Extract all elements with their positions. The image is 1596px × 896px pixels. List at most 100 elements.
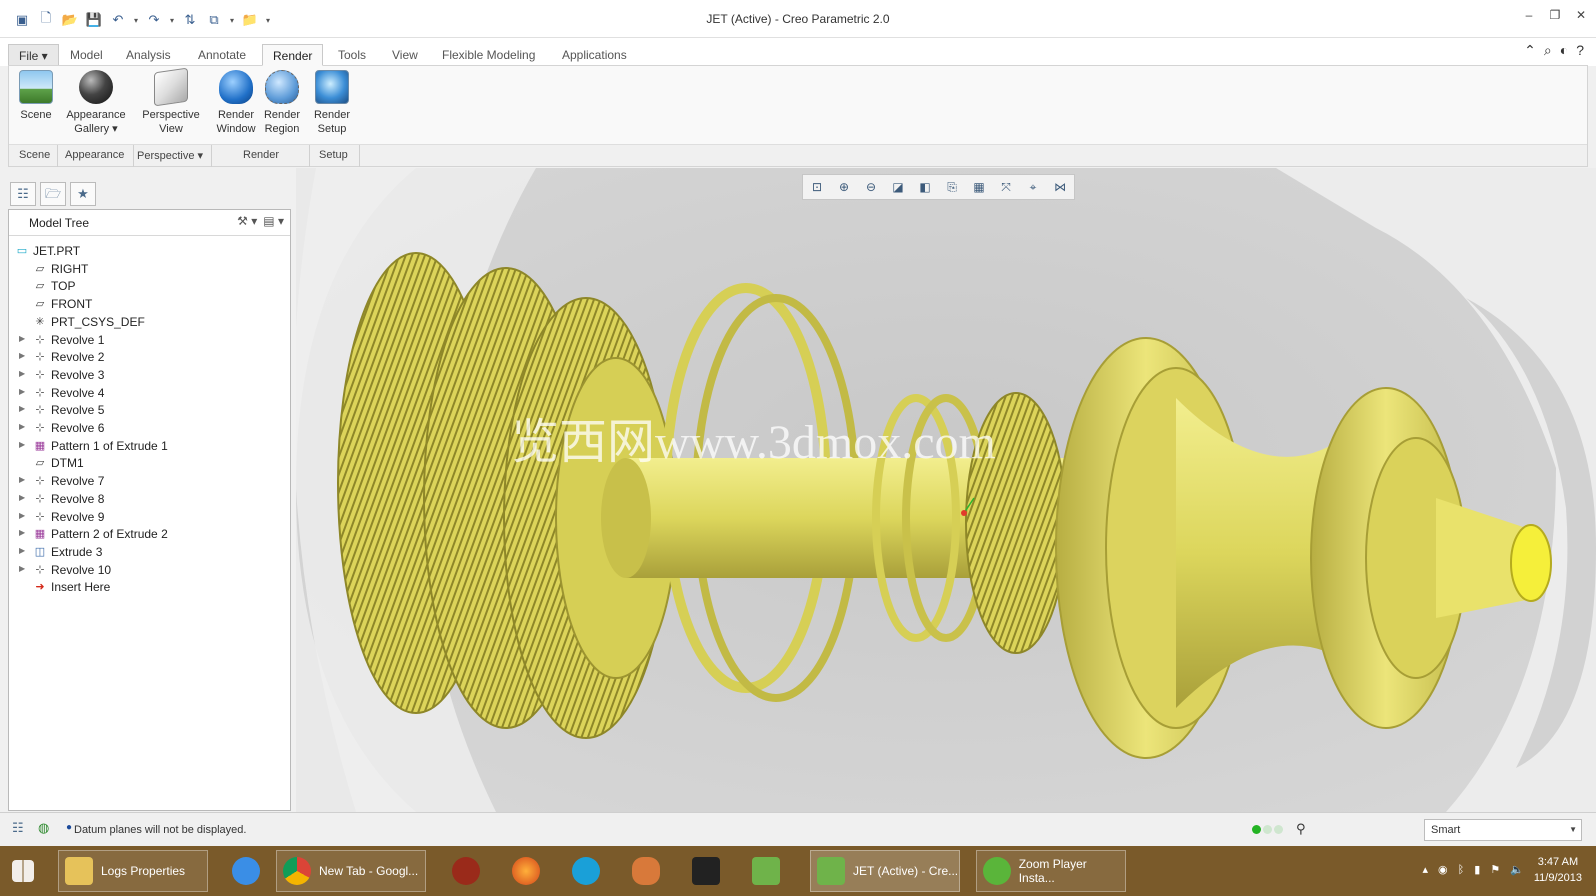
display-style-icon[interactable]: ◧	[912, 176, 938, 198]
tab-tools[interactable]: Tools	[328, 44, 376, 66]
tree-item[interactable]: ▱ TOP	[9, 277, 289, 295]
group-setup[interactable]: Setup	[319, 149, 348, 161]
action-center-icon[interactable]: ⚑	[1490, 862, 1500, 878]
scene-button[interactable]: Scene	[13, 70, 59, 122]
tree-item[interactable]: ▶ ⊹ Revolve 8	[9, 490, 289, 508]
tree-item[interactable]: ▶ ⊹ Revolve 10	[9, 561, 289, 579]
search-icon[interactable]: ⌕	[1544, 42, 1552, 59]
tree-item[interactable]: ▶ ⊹ Revolve 6	[9, 419, 289, 437]
expand-arrow-icon[interactable]: ▶	[19, 387, 25, 396]
tree-item[interactable]: ▶ ⊹ Revolve 3	[9, 366, 289, 384]
model-tree-tab-icon[interactable]: ☷	[10, 182, 36, 206]
bluetooth-icon[interactable]: ᛒ	[1458, 862, 1465, 878]
network-icon[interactable]: ◉	[1438, 862, 1448, 878]
taskbar-item-creo-active[interactable]: JET (Active) - Cre...	[810, 850, 960, 892]
tree-item[interactable]: ➜ Insert Here	[9, 578, 289, 596]
tree-item[interactable]: ▶ ⊹ Revolve 4	[9, 384, 289, 402]
browser-toggle-icon[interactable]: ◍	[38, 820, 49, 836]
render-window-button[interactable]: Render Window	[213, 70, 259, 136]
taskbar-app-4[interactable]	[686, 850, 728, 892]
taskbar-firefox[interactable]	[506, 850, 548, 892]
expand-arrow-icon[interactable]: ▶	[19, 404, 25, 413]
spin-center-icon[interactable]: ⌖	[1020, 176, 1046, 198]
taskbar-app-2[interactable]	[566, 850, 608, 892]
tree-item[interactable]: ▶ ⊹ Revolve 1	[9, 331, 289, 349]
tree-item[interactable]: ▱ FRONT	[9, 295, 289, 313]
navigator-toggle-icon[interactable]: ☷	[12, 820, 24, 836]
tree-item-label: DTM1	[51, 456, 84, 471]
volume-icon[interactable]: 🔈	[1510, 862, 1524, 878]
tray-expand-icon[interactable]: ▴	[1422, 862, 1428, 878]
expand-arrow-icon[interactable]: ▶	[19, 475, 25, 484]
taskbar-app-3[interactable]	[626, 850, 668, 892]
selection-filter[interactable]: Smart ▼	[1424, 819, 1582, 841]
taskbar-ie[interactable]	[226, 850, 268, 892]
saved-orientations-icon[interactable]: ⎘	[939, 176, 965, 198]
community-icon[interactable]: ◐	[1560, 42, 1568, 59]
tree-item[interactable]: ▭ JET.PRT	[9, 242, 289, 260]
group-perspective[interactable]: Perspective ▾	[137, 149, 203, 162]
tree-item[interactable]: ▶ ⊹ Revolve 5	[9, 401, 289, 419]
view-manager-icon[interactable]: ▦	[966, 176, 992, 198]
tab-model[interactable]: Model	[60, 44, 113, 66]
tree-item[interactable]: ▱ DTM1	[9, 454, 289, 472]
clock[interactable]: 3:47 AM 11/9/2013	[1534, 854, 1582, 886]
datum-display-icon[interactable]: ⤧	[993, 176, 1019, 198]
expand-arrow-icon[interactable]: ▶	[19, 351, 25, 360]
tree-item[interactable]: ▶ ▦ Pattern 2 of Extrude 2	[9, 525, 289, 543]
tree-item[interactable]: ▶ ▦ Pattern 1 of Extrude 1	[9, 437, 289, 455]
expand-arrow-icon[interactable]: ▶	[19, 564, 25, 573]
expand-arrow-icon[interactable]: ▶	[19, 511, 25, 520]
tab-flexible-modeling[interactable]: Flexible Modeling	[432, 44, 545, 66]
render-region-button[interactable]: Render Region	[259, 70, 305, 136]
graphics-viewport[interactable]: 览西网www.3dmox.com	[296, 168, 1596, 812]
tab-file[interactable]: File ▾	[8, 44, 59, 66]
expand-arrow-icon[interactable]: ▶	[19, 493, 25, 502]
tab-render[interactable]: Render	[262, 44, 324, 66]
render-setup-button[interactable]: Render Setup	[309, 70, 355, 136]
taskbar-app-1[interactable]	[446, 850, 488, 892]
minimize-icon[interactable]: –	[1522, 8, 1536, 22]
group-scene[interactable]: Scene	[19, 149, 50, 161]
tab-analysis[interactable]: Analysis	[116, 44, 181, 66]
expand-arrow-icon[interactable]: ▶	[19, 528, 25, 537]
perspective-view-button[interactable]: Perspective View	[139, 67, 203, 136]
tree-item[interactable]: ▱ RIGHT	[9, 260, 289, 278]
expand-arrow-icon[interactable]: ▶	[19, 440, 25, 449]
tree-item[interactable]: ✳ PRT_CSYS_DEF	[9, 313, 289, 331]
group-appearance[interactable]: Appearance	[65, 149, 124, 161]
tab-applications[interactable]: Applications	[552, 44, 637, 66]
taskbar-creo[interactable]	[746, 850, 788, 892]
zoom-out-icon[interactable]: ⊖	[858, 176, 884, 198]
repaint-icon[interactable]: ◪	[885, 176, 911, 198]
tree-item[interactable]: ▶ ⊹ Revolve 7	[9, 472, 289, 490]
expand-arrow-icon[interactable]: ▶	[19, 369, 25, 378]
taskbar-item-logs[interactable]: Logs Properties	[58, 850, 208, 892]
favorites-tab-icon[interactable]: ★	[70, 182, 96, 206]
close-icon[interactable]: ✕	[1574, 8, 1588, 22]
battery-icon[interactable]: ▮	[1474, 862, 1480, 878]
tree-columns-icon[interactable]: ▤ ▾	[263, 214, 284, 228]
refit-icon[interactable]: ⊡	[804, 176, 830, 198]
tree-item[interactable]: ▶ ◫ Extrude 3	[9, 543, 289, 561]
expand-arrow-icon[interactable]: ▶	[19, 334, 25, 343]
taskbar-item-chrome[interactable]: New Tab - Googl...	[276, 850, 426, 892]
start-button[interactable]	[6, 850, 46, 892]
tab-annotate[interactable]: Annotate	[188, 44, 256, 66]
annotation-display-icon[interactable]: ⋈	[1047, 176, 1073, 198]
expand-arrow-icon[interactable]: ▶	[19, 422, 25, 431]
tree-item[interactable]: ▶ ⊹ Revolve 2	[9, 348, 289, 366]
expand-arrow-icon[interactable]: ▶	[19, 546, 25, 555]
folder-browser-tab-icon[interactable]: 🗁	[40, 182, 66, 206]
tree-settings-icon[interactable]: ⚒ ▾	[237, 214, 257, 228]
group-render[interactable]: Render	[243, 149, 279, 161]
maximize-icon[interactable]: ❐	[1548, 8, 1562, 22]
appearance-gallery-button[interactable]: Appearance Gallery ▾	[63, 70, 129, 136]
find-icon[interactable]: ⚲	[1296, 821, 1306, 837]
taskbar-item-zoom-player[interactable]: Zoom Player Insta...	[976, 850, 1126, 892]
help-icon[interactable]: ?	[1576, 42, 1584, 59]
zoom-in-icon[interactable]: ⊕	[831, 176, 857, 198]
collapse-ribbon-icon[interactable]: ⌃	[1524, 42, 1536, 59]
tab-view[interactable]: View	[382, 44, 428, 66]
tree-item[interactable]: ▶ ⊹ Revolve 9	[9, 508, 289, 526]
